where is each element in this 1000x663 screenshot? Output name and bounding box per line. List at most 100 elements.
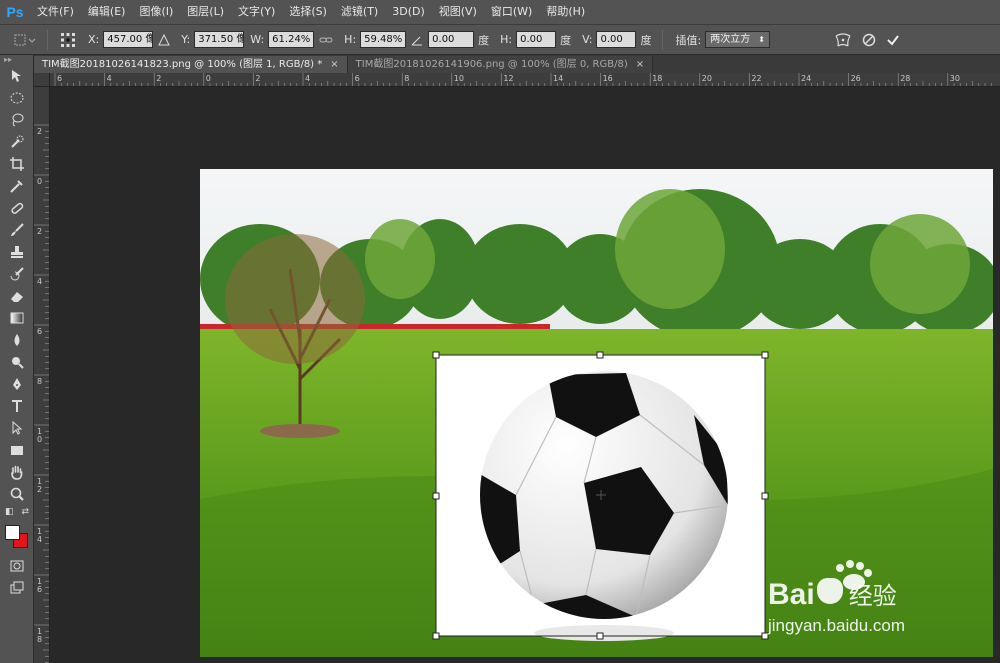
eyedropper-tool-icon[interactable] <box>0 175 34 197</box>
y-input[interactable]: 371.50 像素 <box>194 31 245 48</box>
ruler-label: 4 <box>305 74 310 83</box>
menu-window[interactable]: 窗口(W) <box>484 0 539 24</box>
document-tabs: TIM截图20181026141823.png @ 100% (图层 1, RG… <box>34 55 1000 73</box>
separator <box>662 29 664 50</box>
reference-point-icon[interactable] <box>59 31 77 49</box>
warp-mode-icon[interactable] <box>834 32 852 48</box>
default-colors-icon[interactable]: ◧ <box>5 507 14 517</box>
ruler-label: 2 <box>156 74 161 83</box>
pen-tool-icon[interactable] <box>0 373 34 395</box>
separator <box>47 29 48 50</box>
path-selection-tool-icon[interactable] <box>0 417 34 439</box>
y-label: Y: <box>181 33 191 46</box>
vertical-ruler-ticks: 2024681012141618 <box>34 124 49 663</box>
commit-transform-icon[interactable] <box>886 33 900 47</box>
tab-label: TIM截图20181026141906.png @ 100% (图层 0, RG… <box>355 59 628 70</box>
ruler-label: 6 <box>57 74 62 83</box>
tab-label: TIM截图20181026141823.png @ 100% (图层 1, RG… <box>42 59 323 70</box>
marquee-tool-icon[interactable] <box>0 87 34 109</box>
ruler-label: 8 <box>37 377 42 386</box>
move-tool-icon[interactable] <box>0 65 34 87</box>
switch-colors-icon[interactable]: ⇄ <box>21 507 29 517</box>
menu-view[interactable]: 视图(V) <box>432 0 484 24</box>
menu-type[interactable]: 文字(Y) <box>231 0 282 24</box>
move-transform-icon[interactable] <box>12 33 36 47</box>
vertical-ruler[interactable]: 2024681012141618 <box>34 87 50 663</box>
ruler-label: 2 <box>37 227 42 236</box>
lasso-tool-icon[interactable] <box>0 109 34 131</box>
menu-layer[interactable]: 图层(L) <box>180 0 231 24</box>
width-input[interactable]: 61.24% <box>268 31 315 48</box>
tab-document-2[interactable]: TIM截图20181026141906.png @ 100% (图层 0, RG… <box>347 56 654 73</box>
ruler-label: 2 <box>37 127 42 136</box>
baidu-watermark: Bai 经验 jingyan.baidu.com <box>768 560 948 640</box>
eraser-tool-icon[interactable] <box>0 285 34 307</box>
foreground-color-swatch[interactable] <box>5 525 20 540</box>
hskew-label: H: <box>500 33 513 46</box>
ruler-label: 2 <box>37 485 42 494</box>
vskew-label: V: <box>582 33 593 46</box>
color-swatches <box>0 519 34 555</box>
x-input[interactable]: 457.00 像素 <box>103 31 154 48</box>
ruler-label: 12 <box>503 74 513 83</box>
rotate-unit: 度 <box>478 33 490 47</box>
ruler-origin[interactable] <box>34 73 50 87</box>
menu-edit[interactable]: 编辑(E) <box>81 0 133 24</box>
x-label: X: <box>88 33 100 46</box>
ruler-label: 6 <box>355 74 360 83</box>
hskew-input[interactable]: 0.00 <box>516 31 557 48</box>
close-icon[interactable]: × <box>636 56 644 73</box>
crop-tool-icon[interactable] <box>0 153 34 175</box>
dodge-tool-icon[interactable] <box>0 351 34 373</box>
photoshop-logo: Ps <box>6 4 24 20</box>
clone-stamp-tool-icon[interactable] <box>0 241 34 263</box>
ruler-label: 26 <box>851 74 861 83</box>
vskew-unit: 度 <box>640 33 652 47</box>
ruler-label: 4 <box>37 277 42 286</box>
tab-document-1[interactable]: TIM截图20181026141823.png @ 100% (图层 1, RG… <box>34 56 348 73</box>
watermark-url: jingyan.baidu.com <box>768 616 906 635</box>
vskew-input[interactable]: 0.00 <box>596 31 637 48</box>
horizontal-ruler[interactable]: 6 4 2 0 2 4 6 8 10 12 14 16 18 20 22 24 26 28 30 <box>50 73 1000 87</box>
du-paw-icon <box>816 578 843 604</box>
menu-help[interactable]: 帮助(H) <box>539 0 592 24</box>
interpolation-value: 两次立方 <box>710 34 751 45</box>
rectangle-tool-icon[interactable] <box>0 439 34 461</box>
quick-select-tool-icon[interactable] <box>0 131 34 153</box>
ruler-label: 30 <box>950 74 960 83</box>
type-tool-icon[interactable] <box>0 395 34 417</box>
menu-select[interactable]: 选择(S) <box>282 0 334 24</box>
screen-mode-icon[interactable] <box>0 577 34 599</box>
height-input[interactable]: 59.48% <box>360 31 407 48</box>
menu-image[interactable]: 图像(I) <box>132 0 180 24</box>
menu-file[interactable]: 文件(F) <box>30 0 81 24</box>
watermark-brand-cn: 经验 <box>848 582 897 610</box>
ruler-label: 18 <box>652 74 662 83</box>
zoom-tool-icon[interactable] <box>0 483 34 505</box>
options-bar: X: 457.00 像素 Y: 371.50 像素 W: 61.24% H: 5… <box>0 24 1000 55</box>
blur-tool-icon[interactable] <box>0 329 34 351</box>
w-label: W: <box>250 33 265 46</box>
healing-brush-tool-icon[interactable] <box>0 197 34 219</box>
updown-arrow-icon: ⬍ <box>758 35 765 44</box>
delta-icon[interactable] <box>158 33 171 46</box>
history-brush-tool-icon[interactable] <box>0 263 34 285</box>
gradient-tool-icon[interactable] <box>0 307 34 329</box>
ruler-label: 4 <box>107 74 112 83</box>
close-icon[interactable]: × <box>330 56 338 73</box>
quick-mask-icon[interactable] <box>0 555 34 577</box>
cancel-transform-icon[interactable] <box>862 33 876 47</box>
menu-filter[interactable]: 滤镜(T) <box>334 0 385 24</box>
hand-tool-icon[interactable] <box>0 461 34 483</box>
ruler-label: 24 <box>801 74 811 83</box>
brush-tool-icon[interactable] <box>0 219 34 241</box>
menu-bar: Ps 文件(F) 编辑(E) 图像(I) 图层(L) 文字(Y) 选择(S) 滤… <box>0 0 1000 24</box>
panel-grip-icon[interactable]: ▸▸ <box>0 55 33 65</box>
interpolation-select[interactable]: 两次立方 ⬍ <box>705 31 770 48</box>
menu-3d[interactable]: 3D(D) <box>385 0 432 24</box>
rotate-input[interactable]: 0.00 <box>428 31 475 48</box>
ruler-label: 4 <box>37 535 42 544</box>
link-icon[interactable] <box>319 35 333 45</box>
ruler-label: 10 <box>454 74 464 83</box>
swap-colors-icon[interactable]: ◧ ⇄ <box>0 505 34 519</box>
